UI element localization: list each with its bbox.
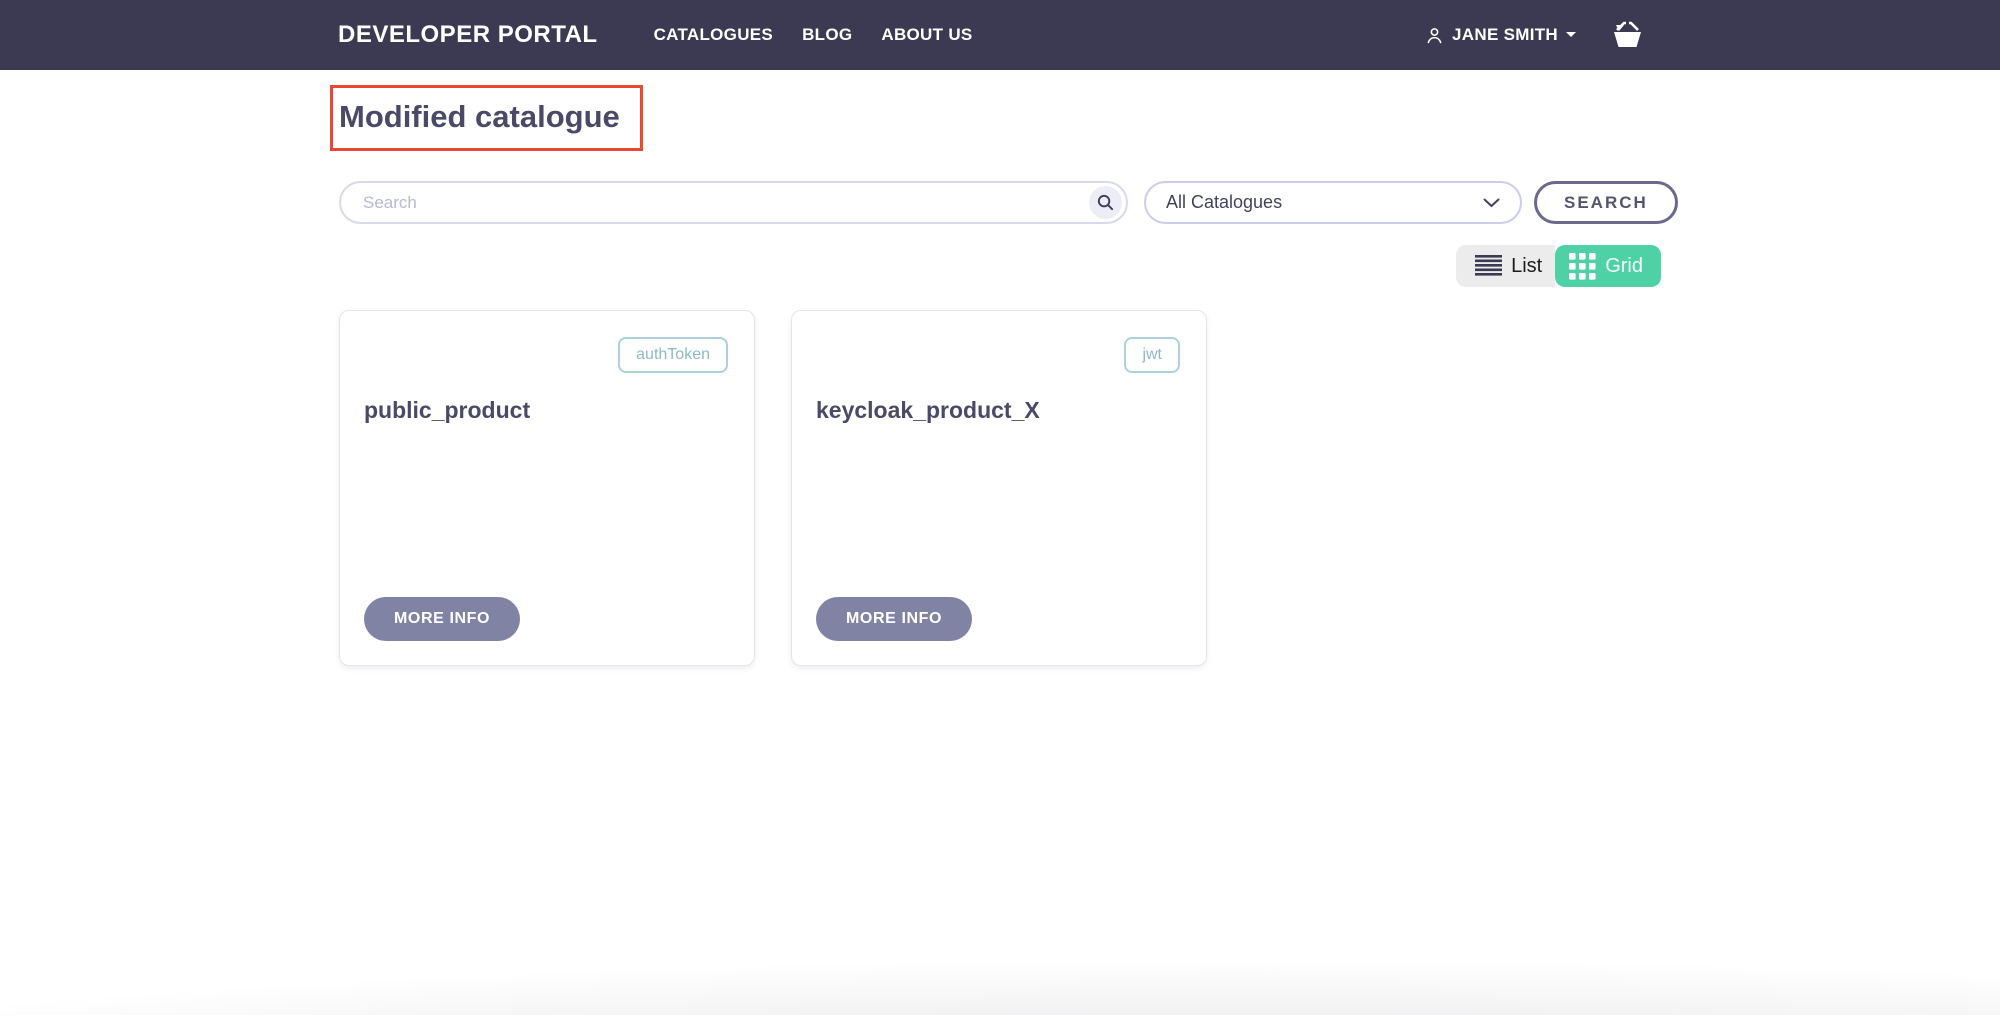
search-submit-icon-button[interactable]: [1089, 186, 1122, 219]
search-field: [339, 181, 1128, 224]
grid-icon: [1569, 253, 1596, 280]
user-name: JANE SMITH: [1452, 25, 1558, 45]
person-icon: [1424, 25, 1445, 46]
grid-view-button[interactable]: Grid: [1555, 245, 1661, 287]
view-toggle-row: List Grid: [339, 245, 1661, 287]
product-name: public_product: [364, 397, 728, 424]
auth-type-badge: jwt: [1124, 337, 1180, 373]
top-nav-bar: DEVELOPER PORTAL CATALOGUES BLOG ABOUT U…: [0, 0, 2000, 70]
chevron-down-icon: [1483, 198, 1500, 208]
auth-type-badge: authToken: [618, 337, 728, 373]
list-icon: [1475, 254, 1502, 279]
view-toggle: List Grid: [1456, 245, 1661, 287]
basket-button[interactable]: [1611, 21, 1644, 50]
bottom-shadow: [0, 865, 2000, 1015]
catalogue-filter-select[interactable]: All Catalogues: [1144, 181, 1522, 224]
product-card: jwt keycloak_product_X MORE INFO: [791, 310, 1207, 666]
user-menu[interactable]: JANE SMITH: [1424, 25, 1577, 46]
badge-row: jwt: [816, 337, 1180, 373]
search-row: All Catalogues SEARCH: [339, 181, 1661, 224]
badge-row: authToken: [364, 337, 728, 373]
list-view-button[interactable]: List: [1456, 245, 1555, 287]
search-input[interactable]: [339, 181, 1128, 224]
basket-icon: [1611, 21, 1644, 50]
search-button[interactable]: SEARCH: [1534, 181, 1678, 224]
main-content: Modified catalogue All Catalogues: [339, 85, 1661, 666]
brand-logo[interactable]: DEVELOPER PORTAL: [338, 21, 598, 49]
grid-label: Grid: [1605, 255, 1643, 278]
page-title-highlight: Modified catalogue: [330, 85, 643, 151]
list-label: List: [1511, 255, 1542, 278]
product-card-grid: authToken public_product MORE INFO jwt k…: [339, 310, 1661, 666]
nav-blog[interactable]: BLOG: [802, 25, 852, 45]
product-card: authToken public_product MORE INFO: [339, 310, 755, 666]
header-right: JANE SMITH: [1424, 21, 1644, 50]
product-name: keycloak_product_X: [816, 397, 1180, 424]
more-info-button[interactable]: MORE INFO: [816, 597, 972, 641]
chevron-down-icon: [1565, 31, 1577, 39]
search-icon: [1096, 193, 1115, 212]
selected-filter-label: All Catalogues: [1166, 192, 1282, 213]
nav-catalogues[interactable]: CATALOGUES: [654, 25, 773, 45]
main-nav: CATALOGUES BLOG ABOUT US: [654, 25, 973, 45]
more-info-button[interactable]: MORE INFO: [364, 597, 520, 641]
page-title: Modified catalogue: [339, 99, 620, 135]
nav-about-us[interactable]: ABOUT US: [881, 25, 972, 45]
